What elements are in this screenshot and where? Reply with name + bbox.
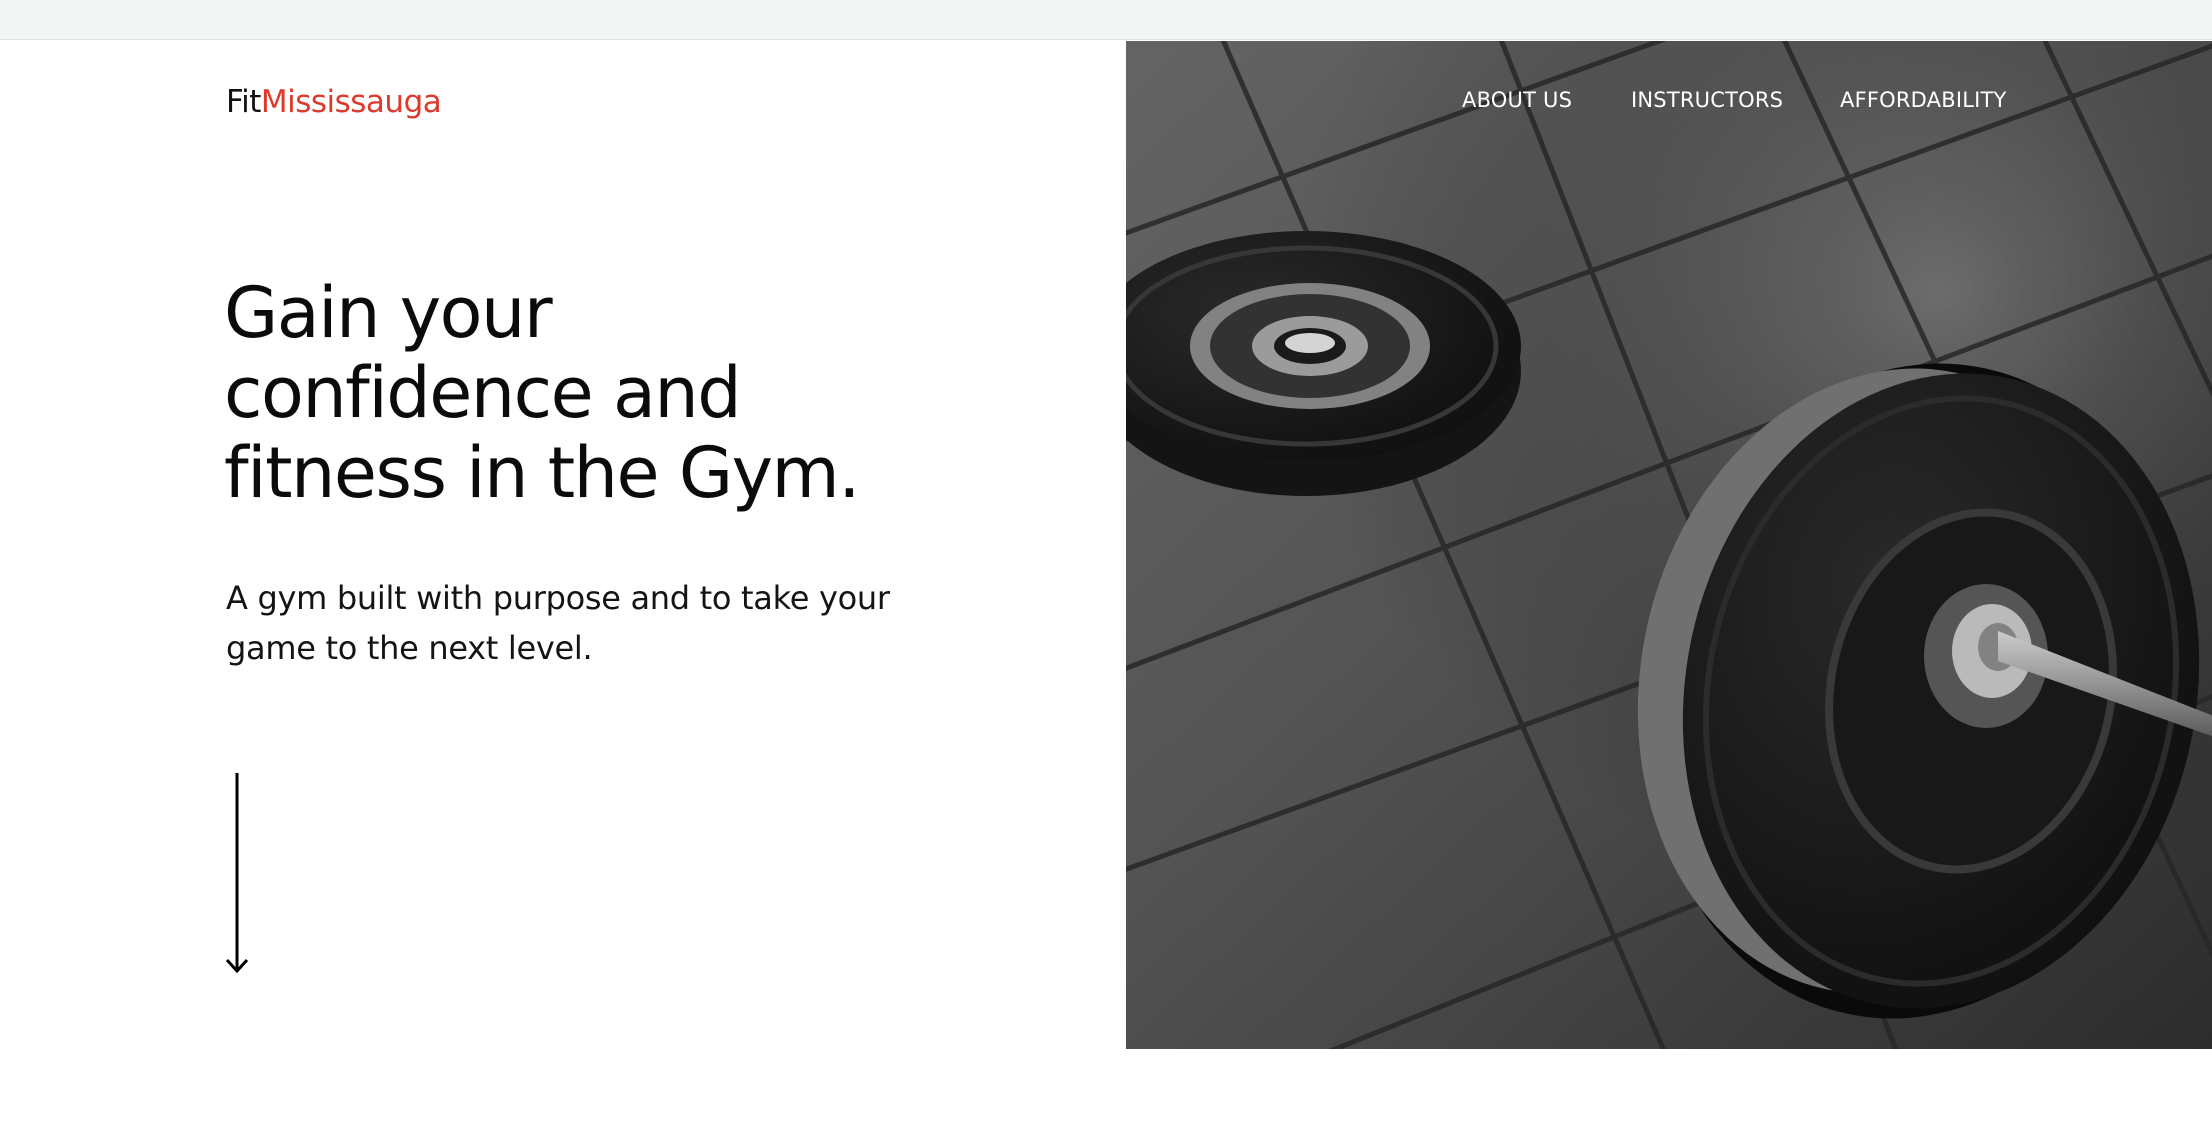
nav-item-instructors[interactable]: INSTRUCTORS [1631, 88, 1783, 112]
brand-name-prefix: Fit [226, 84, 261, 120]
hero-title-line: Gain your [224, 272, 553, 354]
brand-logo[interactable]: FitMississauga [226, 84, 442, 120]
hero-title: Gain your confidence and fitness in the … [224, 273, 984, 513]
hero-subtitle: A gym built with purpose and to take you… [226, 573, 986, 673]
main-nav: ABOUT US INSTRUCTORS AFFORDABILITY [1126, 88, 2212, 118]
arrow-down-icon[interactable] [224, 771, 254, 976]
landing-page: FitMississauga Gain your confidence and … [0, 41, 2212, 1128]
browser-toolbar [0, 0, 2212, 40]
hero-subtitle-line: game to the next level. [226, 629, 593, 667]
nav-item-affordability[interactable]: AFFORDABILITY [1840, 88, 2007, 112]
hero-title-line: confidence and [224, 352, 742, 434]
nav-item-about-us[interactable]: ABOUT US [1462, 88, 1572, 112]
barbell-photo: ABOUT US INSTRUCTORS AFFORDABILITY [1126, 41, 2212, 1049]
brand-name-accent: Mississauga [260, 84, 442, 120]
hero-title-line: fitness in the Gym. [224, 432, 860, 514]
hero-subtitle-line: A gym built with purpose and to take you… [226, 579, 890, 617]
